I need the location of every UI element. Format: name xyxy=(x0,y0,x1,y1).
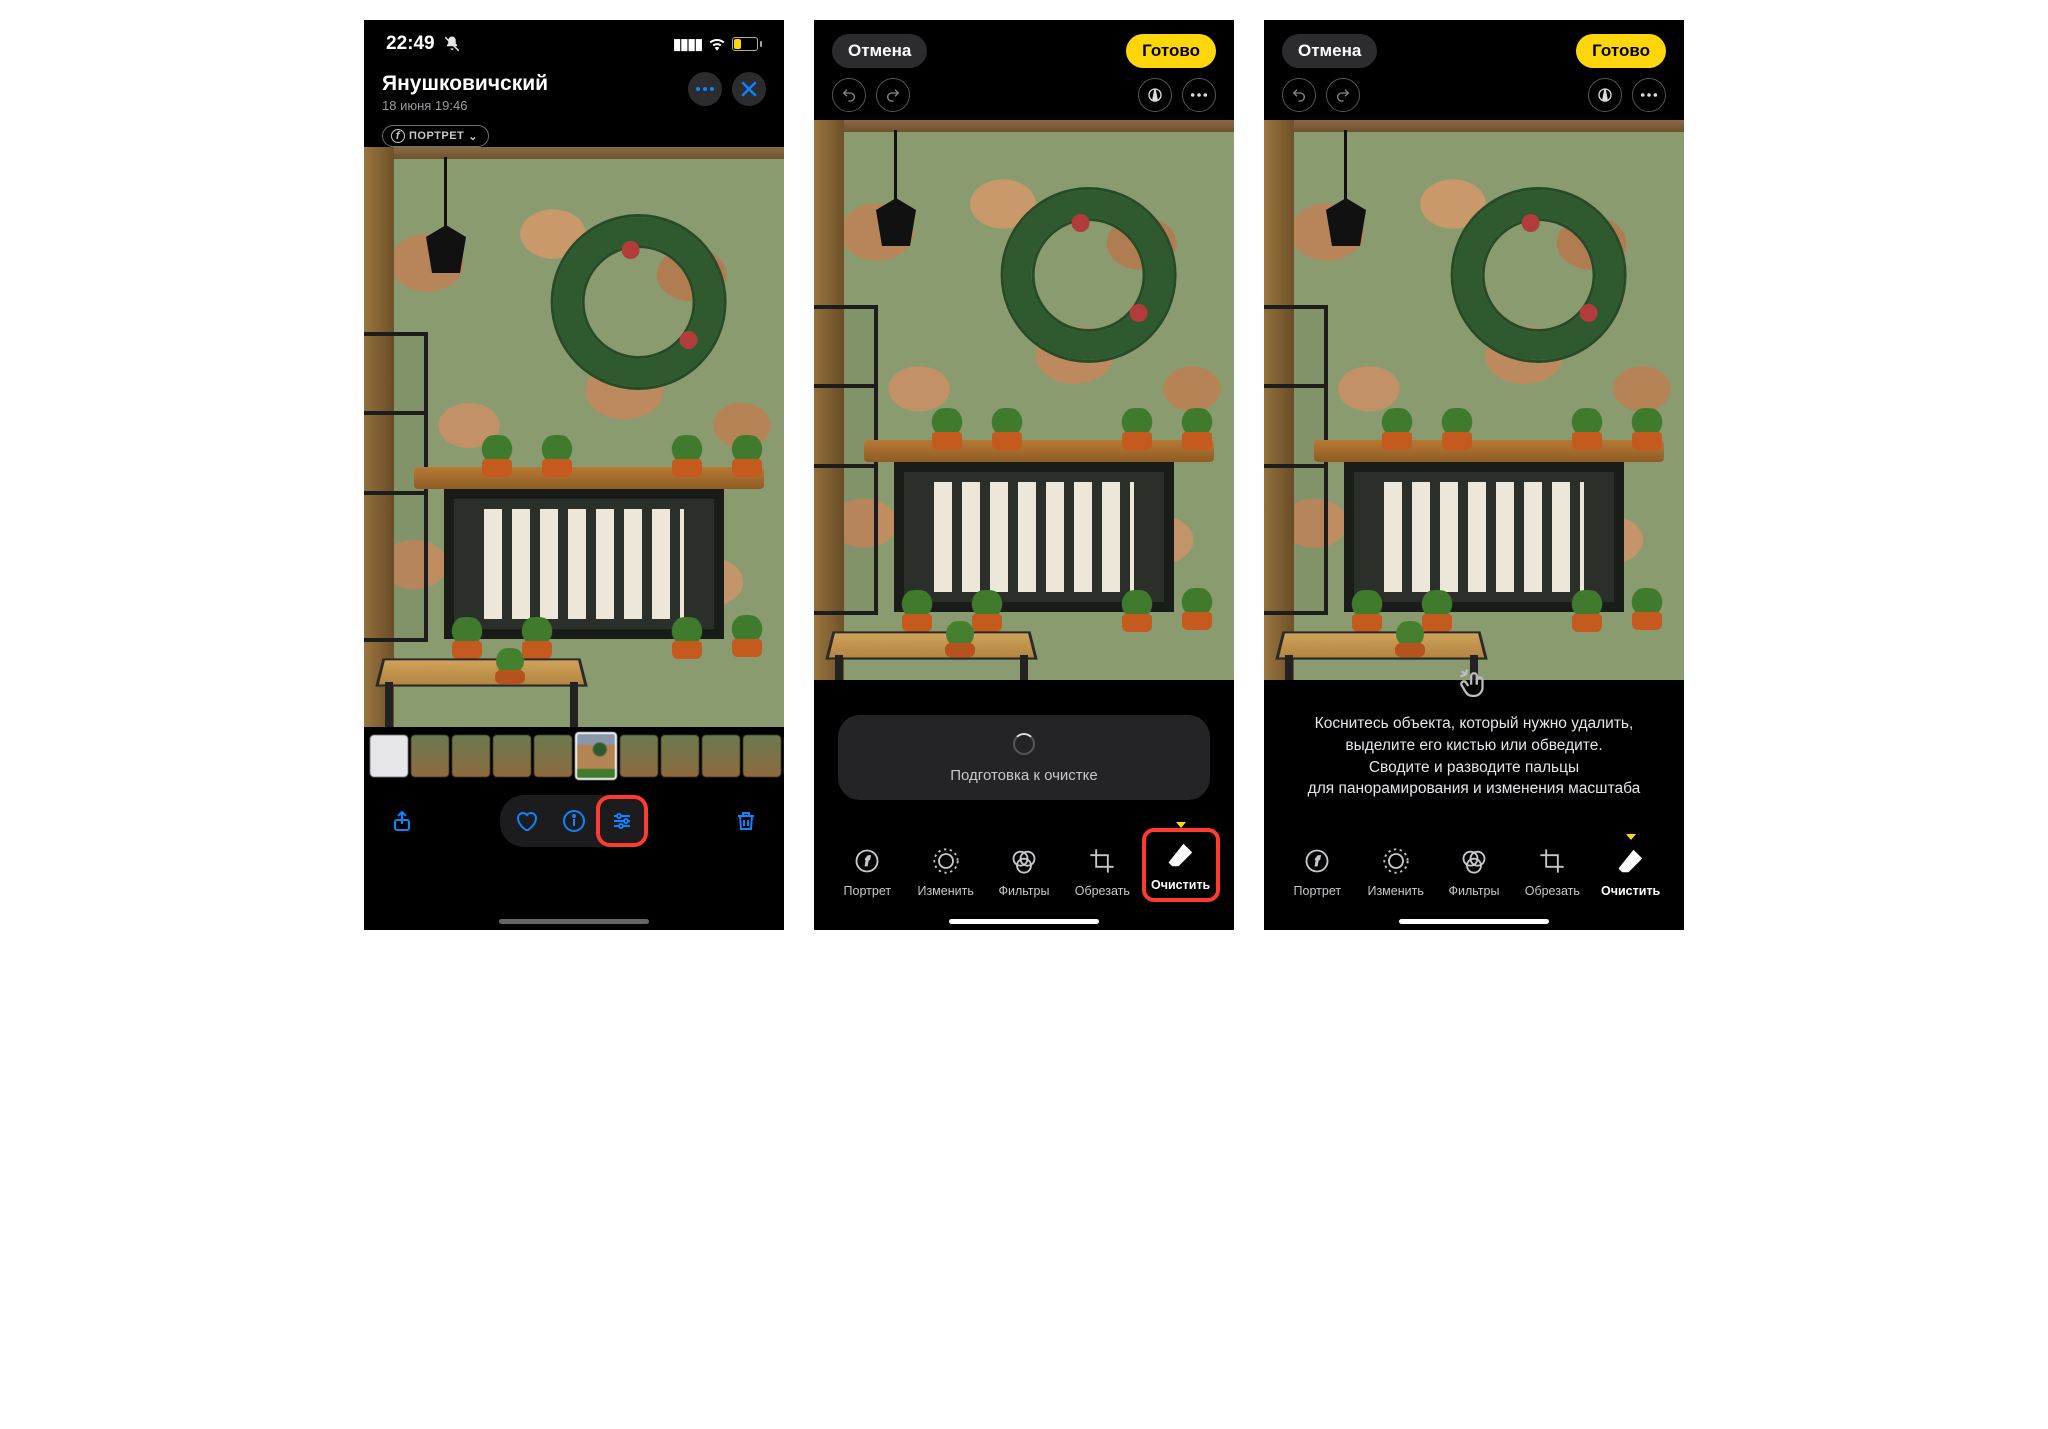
cellular-icon: ▮▮▮▮ xyxy=(673,35,702,53)
edit-tool-row: f Портрет Изменить Фильтры Обрезать xyxy=(814,832,1234,906)
photo-header: Янушковичский 18 июня 19:46 xyxy=(364,68,784,117)
tool-cleanup[interactable]: Очистить xyxy=(1596,844,1666,898)
redo-button[interactable] xyxy=(1326,78,1360,112)
edit-sub-bar xyxy=(814,78,1234,120)
tool-portrait[interactable]: f Портрет xyxy=(1282,844,1352,898)
thumbnail[interactable] xyxy=(411,735,449,777)
more-options-button[interactable] xyxy=(1182,78,1216,112)
loading-text: Подготовка к очистке xyxy=(950,767,1098,784)
aperture-icon: f xyxy=(1300,844,1334,878)
undo-button[interactable] xyxy=(832,78,866,112)
home-indicator[interactable] xyxy=(499,919,649,924)
close-button[interactable] xyxy=(732,72,766,106)
instruction-line: Коснитесь объекта, который нужно удалить… xyxy=(1284,713,1664,735)
tool-portrait[interactable]: f Портрет xyxy=(832,844,902,898)
markup-button[interactable] xyxy=(1138,78,1172,112)
cancel-button[interactable]: Отмена xyxy=(1282,34,1377,68)
instruction-line: выделите его кистью или обведите. xyxy=(1284,735,1664,757)
done-button[interactable]: Готово xyxy=(1576,34,1666,68)
edit-sub-bar xyxy=(1264,78,1684,120)
svg-text:f: f xyxy=(1316,854,1321,869)
battery-indicator: 7 xyxy=(732,37,762,51)
crop-icon xyxy=(1535,844,1569,878)
done-button[interactable]: Готово xyxy=(1126,34,1216,68)
edit-button[interactable] xyxy=(600,799,644,843)
cleanup-loading-banner: Подготовка к очистке xyxy=(838,715,1210,800)
favorite-button[interactable] xyxy=(504,799,548,843)
cancel-button[interactable]: Отмена xyxy=(832,34,927,68)
photo-content[interactable] xyxy=(814,120,1234,680)
screenshot-photo-view: 22:49 ▮▮▮▮ 7 Янушковичский 18 июня 19:46 xyxy=(364,20,784,930)
edit-top-bar: Отмена Готово xyxy=(1264,20,1684,78)
photo-content[interactable] xyxy=(364,147,784,727)
tool-adjust[interactable]: Изменить xyxy=(911,844,981,898)
home-indicator[interactable] xyxy=(949,919,1099,924)
thumbnail[interactable] xyxy=(534,735,572,777)
thumbnail[interactable] xyxy=(370,735,408,777)
undo-button[interactable] xyxy=(1282,78,1316,112)
adjust-icon xyxy=(929,844,963,878)
photo-content[interactable] xyxy=(1264,120,1684,680)
thumbnail[interactable] xyxy=(452,735,490,777)
delete-button[interactable] xyxy=(724,799,768,843)
crop-icon xyxy=(1085,844,1119,878)
more-options-button[interactable] xyxy=(1632,78,1666,112)
aperture-icon: f xyxy=(391,129,405,143)
thumbnail[interactable] xyxy=(493,735,531,777)
home-indicator[interactable] xyxy=(1399,919,1549,924)
status-bar: 22:49 ▮▮▮▮ 7 xyxy=(364,20,784,68)
bottom-toolbar xyxy=(364,785,784,873)
thumbnail[interactable] xyxy=(702,735,740,777)
adjust-icon xyxy=(1379,844,1413,878)
info-button[interactable] xyxy=(552,799,596,843)
filters-icon xyxy=(1007,844,1041,878)
spinner-icon xyxy=(1013,733,1035,755)
thumbnail[interactable] xyxy=(743,735,781,777)
redo-button[interactable] xyxy=(876,78,910,112)
tool-adjust[interactable]: Изменить xyxy=(1361,844,1431,898)
chevron-down-icon: ⌄ xyxy=(468,130,478,143)
photo-location-title: Янушковичский xyxy=(382,72,548,96)
edit-top-bar: Отмена Готово xyxy=(814,20,1234,78)
wifi-icon xyxy=(708,37,726,51)
filters-icon xyxy=(1457,844,1491,878)
markup-button[interactable] xyxy=(1588,78,1622,112)
eraser-icon xyxy=(1164,838,1198,872)
photo-datetime: 18 июня 19:46 xyxy=(382,98,548,113)
edit-tool-row: f Портрет Изменить Фильтры Обрезать xyxy=(1264,844,1684,906)
status-time: 22:49 xyxy=(386,33,435,55)
aperture-icon: f xyxy=(850,844,884,878)
tool-cleanup[interactable]: Очистить xyxy=(1146,832,1216,898)
portrait-mode-badge[interactable]: f ПОРТРЕТ ⌄ xyxy=(382,125,489,147)
cleanup-instructions: Коснитесь объекта, который нужно удалить… xyxy=(1284,669,1664,800)
screenshot-edit-cleanup-ready: Отмена Готово xyxy=(1264,20,1684,930)
thumbnail-current[interactable] xyxy=(575,732,617,780)
instruction-line: Сводите и разводите пальцы xyxy=(1284,757,1664,779)
more-options-button[interactable] xyxy=(688,72,722,106)
silent-mode-icon xyxy=(443,35,461,53)
share-button[interactable] xyxy=(380,799,424,843)
tool-crop[interactable]: Обрезать xyxy=(1067,844,1137,898)
tool-filters[interactable]: Фильтры xyxy=(1439,844,1509,898)
eraser-icon xyxy=(1614,844,1648,878)
svg-text:f: f xyxy=(866,854,871,869)
screenshot-edit-loading: Отмена Готово xyxy=(814,20,1234,930)
thumbnail-strip[interactable] xyxy=(364,727,784,785)
tool-filters[interactable]: Фильтры xyxy=(989,844,1059,898)
center-actions xyxy=(500,795,648,847)
thumbnail[interactable] xyxy=(620,735,658,777)
tool-crop[interactable]: Обрезать xyxy=(1517,844,1587,898)
thumbnail[interactable] xyxy=(661,735,699,777)
instruction-line: для панорамирования и изменения масштаба xyxy=(1284,778,1664,800)
tap-gesture-icon xyxy=(1284,669,1664,703)
